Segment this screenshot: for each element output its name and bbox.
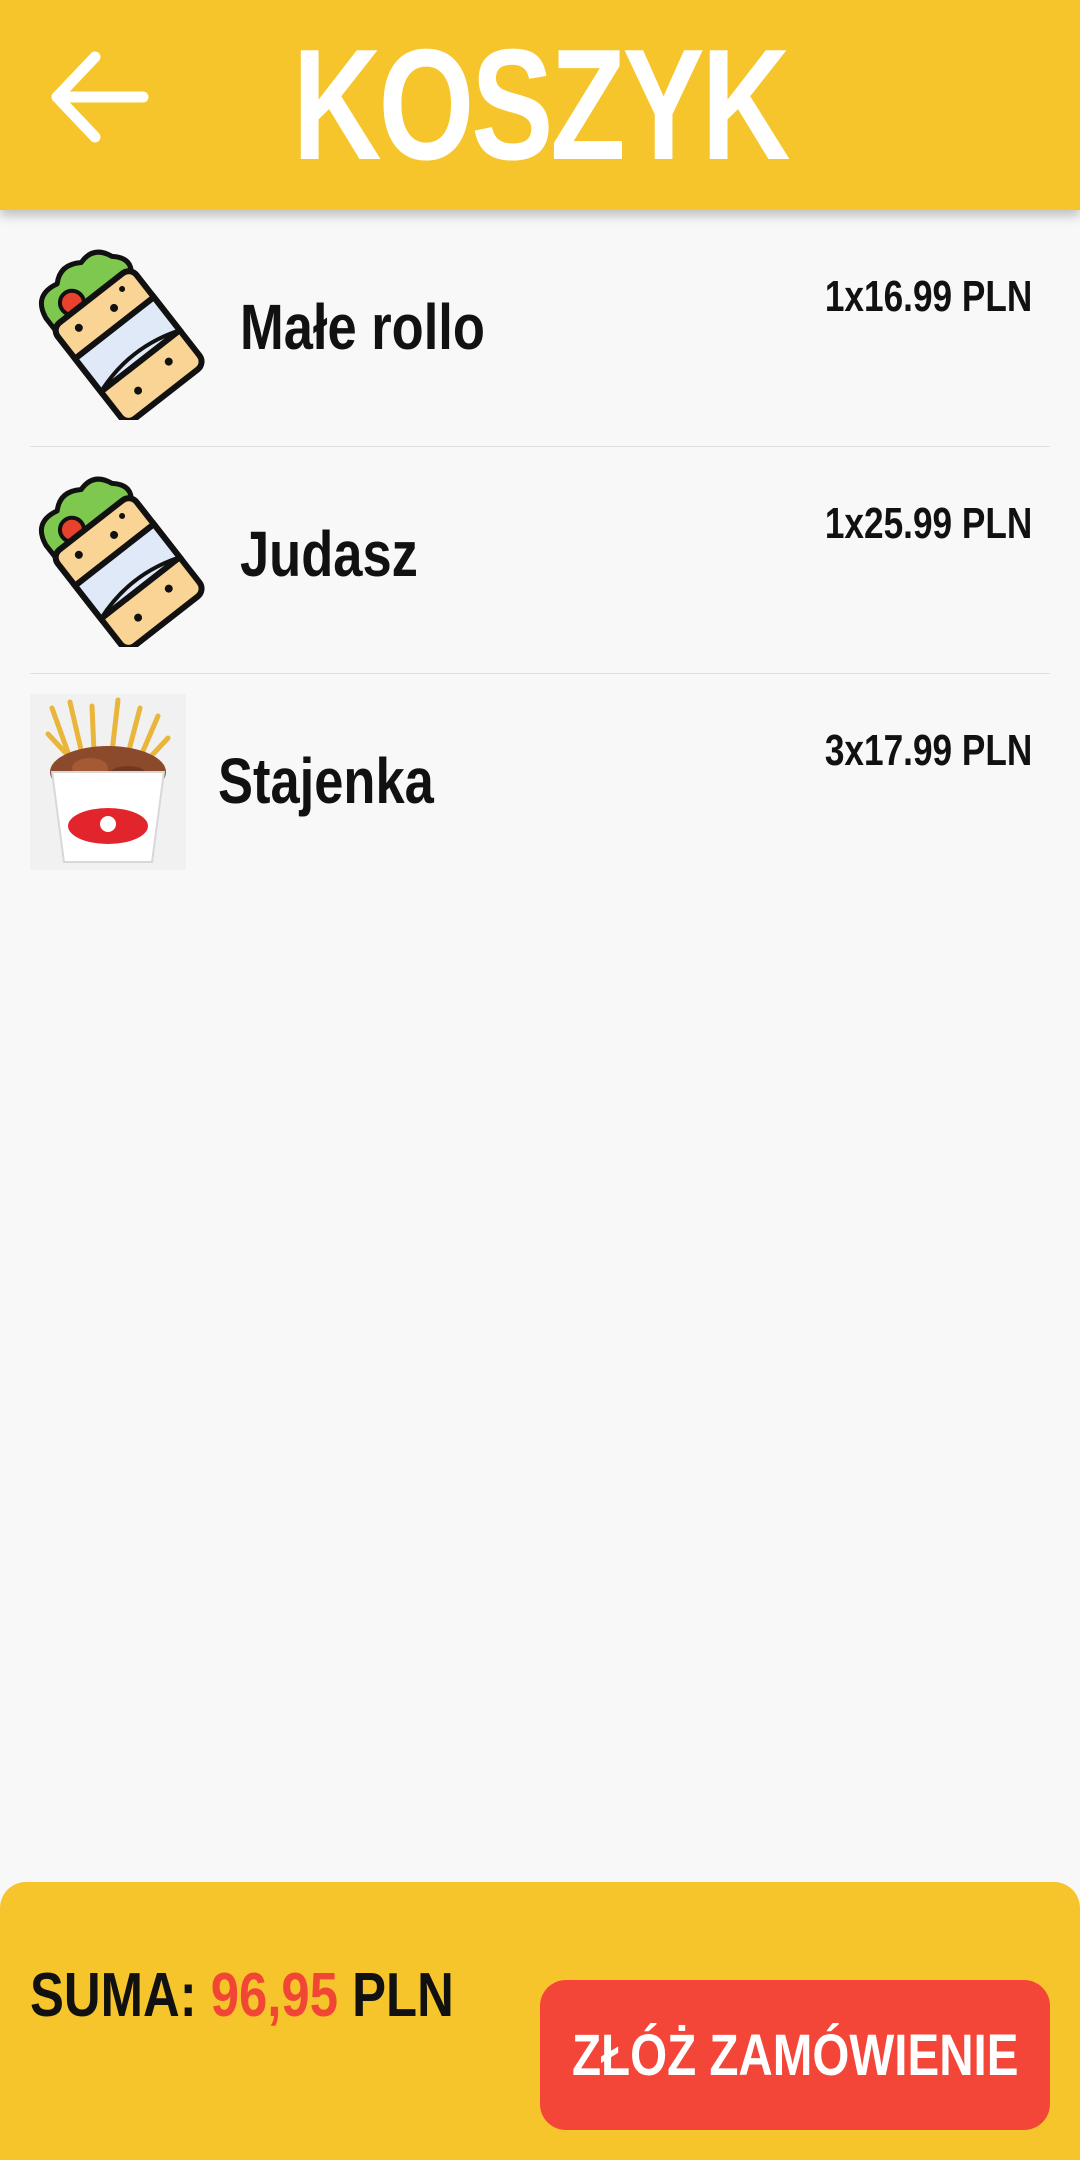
place-order-button[interactable]: ZŁÓŻ ZAMÓWIENIE: [540, 1980, 1050, 2130]
item-name: Małe rollo: [240, 291, 485, 363]
place-order-label: ZŁÓŻ ZAMÓWIENIE: [571, 2022, 1019, 2088]
cart-item[interactable]: Stajenka 3x17.99 PLN: [30, 674, 1050, 900]
sum-value: 96,95: [210, 1961, 338, 2030]
item-price: 1x25.99 PLN: [824, 499, 1032, 548]
cart-item[interactable]: Małe rollo 1x16.99 PLN: [30, 220, 1050, 447]
cart-item[interactable]: Judasz 1x25.99 PLN: [30, 447, 1050, 674]
item-price: 1x16.99 PLN: [824, 272, 1032, 321]
app-header: KOSZYK: [0, 0, 1080, 210]
item-price: 3x17.99 PLN: [824, 726, 1032, 775]
item-name: Judasz: [240, 518, 418, 590]
wrap-icon: [38, 476, 205, 647]
sum-label: SUMA:: [30, 1961, 197, 2030]
cart-list: Małe rollo 1x16.99 PLN Judasz 1x25.99 PL…: [30, 220, 1050, 900]
item-name: Stajenka: [218, 745, 434, 817]
cart-total: SUMA: 96,95 PLN: [30, 1960, 454, 2031]
sum-currency: PLN: [352, 1961, 454, 2030]
kebab-box-photo: [30, 694, 186, 870]
cart-footer: SUMA: 96,95 PLN ZŁÓŻ ZAMÓWIENIE: [0, 1882, 1080, 2160]
wrap-icon: [38, 249, 205, 420]
page-title: KOSZYK: [292, 16, 791, 193]
cart-screen: KOSZYK Małe rollo 1x16.99 PLN Judasz 1x2…: [0, 0, 1080, 2160]
